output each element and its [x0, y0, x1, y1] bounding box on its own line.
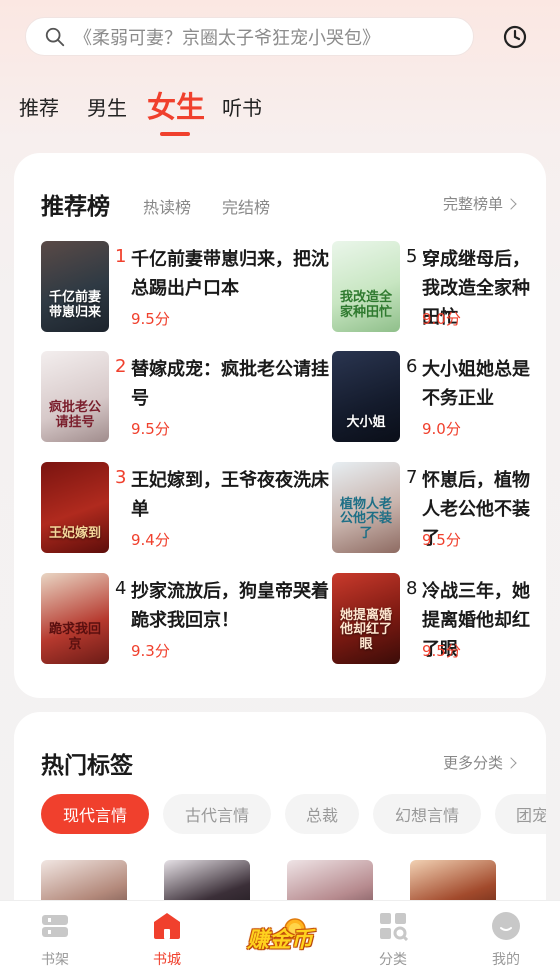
earn-coins-label: 赚金币: [246, 928, 313, 953]
nav-category[interactable]: 分类: [363, 911, 423, 969]
rank-number: 2: [115, 356, 127, 377]
subtab-hot-read[interactable]: 热读榜: [143, 194, 191, 218]
rank-number: 3: [115, 467, 127, 488]
tab-female[interactable]: 女生: [147, 84, 205, 126]
book-item[interactable]: 植物人老公他不装了 7 怀崽后，植物人老公他不装了 9.5分: [332, 462, 546, 554]
nav-bookstore[interactable]: 书城: [137, 911, 197, 969]
rank-number: 6: [406, 356, 418, 377]
hot-tags-title: 热门标签: [41, 753, 133, 779]
book-score: 9.0分: [422, 420, 461, 438]
book-title: 大小姐她总是不务正业: [422, 359, 530, 409]
tab-audiobook[interactable]: 听书: [222, 92, 262, 121]
tag-chip[interactable]: 古代言情: [163, 794, 271, 834]
book-title: 王妃嫁到，王爷夜夜洗床单: [131, 470, 329, 520]
book-item[interactable]: 王妃嫁到 3 王妃嫁到，王爷夜夜洗床单 9.4分: [41, 462, 331, 554]
nav-label: 书架: [41, 952, 69, 968]
more-categories-link[interactable]: 更多分类: [443, 752, 517, 773]
rank-number: 7: [406, 467, 418, 488]
bookshelf-icon: [42, 915, 68, 937]
recommend-ranking-card: 推荐榜 热读榜 完结榜 完整榜单 千亿前妻带崽归来 1 千亿前妻带崽归来，把沈总…: [14, 153, 546, 698]
nav-label: 书城: [153, 952, 181, 968]
search-bar[interactable]: 《柔弱可妻？京圈太子爷狂宠小哭包》: [25, 17, 474, 56]
tag-chip[interactable]: 幻想言情: [373, 794, 481, 834]
nav-label: 分类: [379, 952, 407, 968]
more-categories-label: 更多分类: [443, 754, 504, 772]
book-item[interactable]: 疯批老公请挂号 2 替嫁成宠：疯批老公请挂号 9.5分: [41, 351, 331, 443]
book-item[interactable]: 跪求我回京 4 抄家流放后，狗皇帝哭着跪求我回京！ 9.3分: [41, 573, 331, 665]
tag-chip[interactable]: 团宠: [495, 794, 546, 834]
book-title: 抄家流放后，狗皇帝哭着跪求我回京！: [131, 581, 329, 631]
earn-coins-button[interactable]: 赚金币: [240, 912, 320, 964]
history-clock-icon[interactable]: [502, 24, 528, 50]
profile-icon: [492, 912, 520, 940]
book-cover: 植物人老公他不装了: [332, 462, 400, 553]
rank-number: 5: [406, 246, 418, 267]
book-score: 9.0分: [422, 310, 461, 328]
book-score: 9.5分: [131, 420, 170, 438]
full-ranking-link[interactable]: 完整榜单: [443, 193, 517, 214]
book-item[interactable]: 我改造全家种田忙 5 穿成继母后，我改造全家种田忙 9.0分: [332, 241, 546, 333]
book-score: 9.3分: [131, 642, 170, 660]
active-tab-indicator: [160, 132, 190, 136]
chevron-right-icon: [505, 757, 517, 769]
book-cover: 大小姐: [332, 351, 400, 442]
chevron-right-icon: [505, 198, 517, 210]
book-item[interactable]: 千亿前妻带崽归来 1 千亿前妻带崽归来，把沈总踢出户口本 9.5分: [41, 241, 331, 333]
rank-number: 1: [115, 246, 127, 267]
book-cover: 王妃嫁到: [41, 462, 109, 553]
book-score: 9.5分: [422, 531, 461, 549]
book-item[interactable]: 她提离婚他却红了眼 8 冷战三年，她提离婚他却红了眼 9.5分: [332, 573, 546, 665]
tab-male[interactable]: 男生: [87, 92, 127, 121]
book-cover: 疯批老公请挂号: [41, 351, 109, 442]
book-score: 9.5分: [422, 642, 461, 660]
nav-bookshelf[interactable]: 书架: [25, 911, 85, 969]
book-cover: 她提离婚他却红了眼: [332, 573, 400, 664]
ranking-title: 推荐榜: [41, 194, 110, 220]
full-ranking-label: 完整榜单: [443, 195, 504, 213]
book-title: 千亿前妻带崽归来，把沈总踢出户口本: [131, 249, 329, 299]
subtab-completed[interactable]: 完结榜: [222, 194, 270, 218]
category-icon: [380, 913, 409, 942]
book-item[interactable]: 大小姐 6 大小姐她总是不务正业 9.0分: [332, 351, 546, 443]
tag-chip[interactable]: 现代言情: [41, 794, 149, 834]
rank-number: 8: [406, 578, 418, 599]
book-title: 替嫁成宠：疯批老公请挂号: [131, 359, 329, 409]
tag-chip[interactable]: 总裁: [285, 794, 359, 834]
book-score: 9.4分: [131, 531, 170, 549]
nav-label: 我的: [492, 952, 520, 968]
rank-number: 4: [115, 578, 127, 599]
search-icon: [45, 27, 65, 46]
search-placeholder: 《柔弱可妻？京圈太子爷狂宠小哭包》: [74, 27, 380, 49]
book-cover: 跪求我回京: [41, 573, 109, 664]
bookstore-icon: [154, 913, 180, 939]
book-score: 9.5分: [131, 310, 170, 328]
book-cover: 我改造全家种田忙: [332, 241, 400, 332]
tab-recommend[interactable]: 推荐: [19, 92, 59, 121]
book-cover: 千亿前妻带崽归来: [41, 241, 109, 332]
nav-profile[interactable]: 我的: [476, 911, 536, 969]
